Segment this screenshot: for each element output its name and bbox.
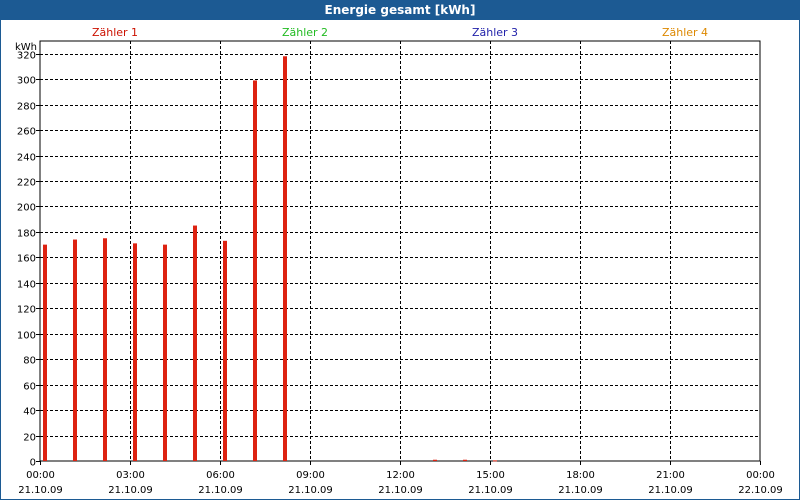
x-tick-label-date: 21.10.09 bbox=[558, 485, 603, 496]
x-tick-label-date: 21.10.09 bbox=[18, 485, 63, 496]
x-tick-label-time: 12:00 bbox=[386, 470, 415, 481]
x-tick-label-date: 21.10.09 bbox=[378, 485, 423, 496]
y-axis-label: kWh bbox=[15, 42, 37, 53]
x-tick-label-date: 21.10.09 bbox=[198, 485, 243, 496]
x-tick-label-time: 00:00 bbox=[746, 470, 775, 481]
x-tick-label-date: 22.10.09 bbox=[738, 485, 783, 496]
x-tick-label-date: 21.10.09 bbox=[108, 485, 153, 496]
bar bbox=[43, 244, 47, 461]
x-tick-label-date: 21.10.09 bbox=[648, 485, 693, 496]
y-tick-label: 200 bbox=[17, 203, 36, 214]
bar bbox=[253, 80, 257, 462]
y-tick-label: 220 bbox=[17, 178, 36, 189]
x-tick-label-date: 21.10.09 bbox=[288, 485, 333, 496]
y-tick-label: 280 bbox=[17, 102, 36, 113]
x-tick-label-time: 03:00 bbox=[116, 470, 145, 481]
bar bbox=[223, 240, 227, 461]
y-tick-label: 240 bbox=[17, 153, 36, 164]
x-tick-label-date: 21.10.09 bbox=[468, 485, 513, 496]
bar bbox=[163, 244, 167, 461]
y-tick-label: 100 bbox=[17, 331, 36, 342]
y-tick-label: 120 bbox=[17, 305, 36, 316]
x-tick-label-time: 18:00 bbox=[566, 470, 595, 481]
bar bbox=[463, 459, 467, 461]
y-tick-label: 180 bbox=[17, 229, 36, 240]
bar bbox=[283, 56, 287, 461]
y-tick-label: 80 bbox=[23, 356, 36, 367]
bar bbox=[493, 460, 497, 462]
x-tick-label-time: 06:00 bbox=[206, 470, 235, 481]
bar bbox=[103, 238, 107, 461]
x-tick-label-time: 15:00 bbox=[476, 470, 505, 481]
y-tick-label: 20 bbox=[23, 433, 36, 444]
x-tick-label-time: 21:00 bbox=[656, 470, 685, 481]
y-tick-label: 140 bbox=[17, 280, 36, 291]
bar bbox=[133, 243, 137, 461]
y-tick-label: 160 bbox=[17, 254, 36, 265]
bar bbox=[193, 225, 197, 461]
x-tick-label-time: 00:00 bbox=[26, 470, 55, 481]
chart-area: 0 20 40 60 80 100 120 140 160 180 200 220 240 260 280 3… bbox=[15, 40, 783, 496]
y-tick-label: 260 bbox=[17, 127, 36, 138]
y-tick-label: 40 bbox=[23, 407, 36, 418]
y-tick-label: 300 bbox=[17, 76, 36, 87]
y-tick-label: 0 bbox=[30, 458, 36, 469]
bar bbox=[433, 459, 437, 461]
y-tick-label: 60 bbox=[23, 382, 36, 393]
x-tick-label-time: 09:00 bbox=[296, 470, 325, 481]
bar bbox=[73, 239, 77, 461]
